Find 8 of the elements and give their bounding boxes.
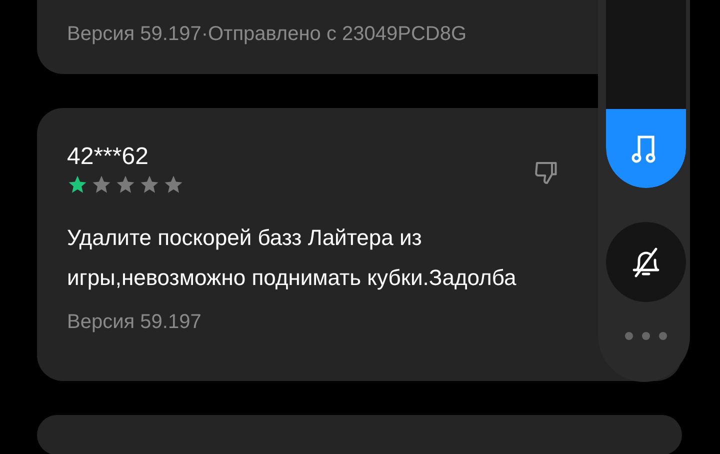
review-text: Удалите поскорей базз Лайтера из игры,невозможно поднимать кубки.Задолба <box>67 224 518 292</box>
more-icon <box>624 331 668 341</box>
review-meta: Версия 59.197·Отправлено с 23049PCD8G <box>67 22 468 47</box>
username: 42***62 <box>67 142 150 172</box>
volume-slider[interactable] <box>606 0 686 188</box>
review-meta: Версия 59.197 <box>67 310 202 335</box>
more-button[interactable] <box>624 331 668 341</box>
bell-off-icon <box>630 246 662 278</box>
